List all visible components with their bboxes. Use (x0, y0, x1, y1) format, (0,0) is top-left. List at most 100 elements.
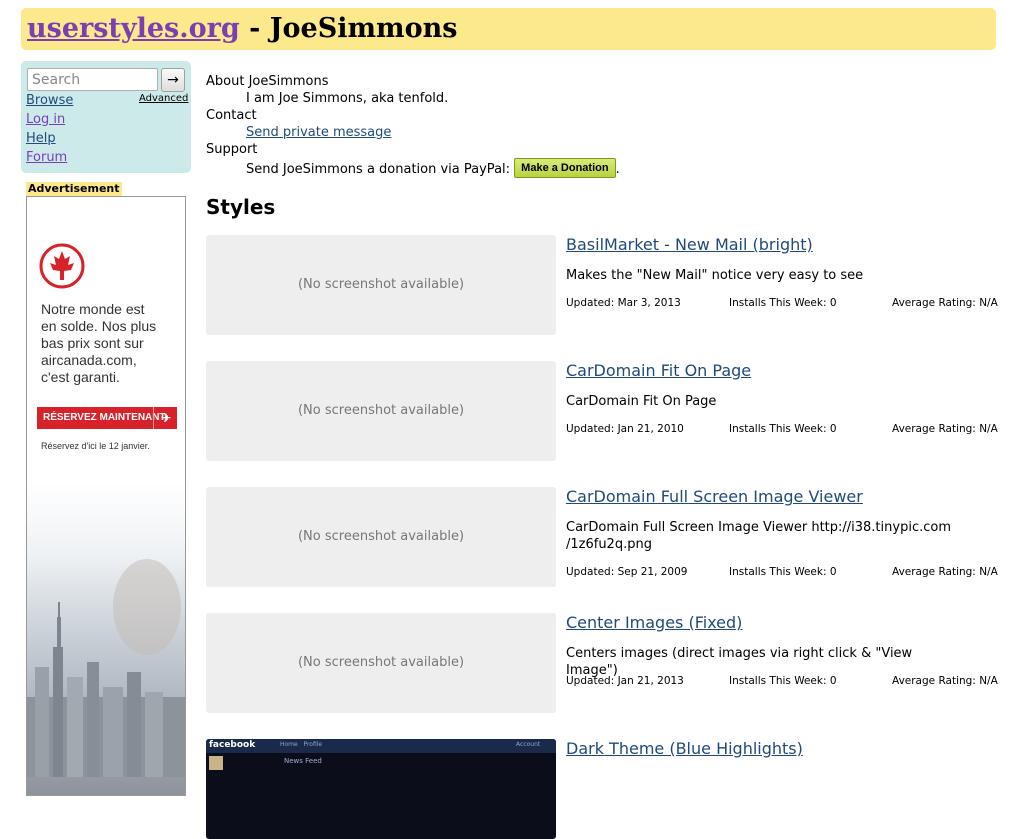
rating-value: N/A (979, 297, 998, 309)
style-item: facebook Home Profile Account News Feed … (206, 739, 996, 839)
style-screenshot-placeholder[interactable]: (No screenshot available) (206, 487, 556, 587)
ad-fine-print: Réservez d'ici le 12 janvier. (41, 441, 150, 451)
thumb-topbar (206, 739, 556, 753)
style-description: Makes the "New Mail" notice very easy to… (566, 268, 864, 283)
thumb-account: Account (516, 741, 541, 748)
style-rating: Average Rating: N/A (892, 675, 998, 688)
thumb-nav: Home Profile (280, 740, 322, 749)
installs-label: Installs This Week: (729, 675, 827, 687)
donation-end: . (615, 162, 620, 177)
style-item: (No screenshot available) CarDomain Fit … (206, 361, 998, 461)
ad-line: bas prix sont sur (41, 335, 144, 351)
thumb-news-feed: News Feed (284, 757, 322, 765)
site-home-link[interactable]: userstyles.org (27, 13, 240, 44)
installs-value: 0 (829, 566, 837, 578)
site-header: userstyles.org - JoeSimmons (21, 8, 996, 50)
rating-value: N/A (979, 675, 998, 687)
style-rating: Average Rating: N/A (892, 566, 998, 579)
style-item: (No screenshot available) BasilMarket - … (206, 235, 998, 335)
advertisement-banner[interactable]: Notre monde est en solde. Nos plus bas p… (26, 196, 186, 796)
search-input[interactable] (27, 68, 158, 91)
ad-line: c'est garanti. (41, 369, 120, 385)
make-donation-button[interactable]: Make a Donation (514, 158, 616, 178)
ad-line: aircanada.com, (41, 352, 137, 368)
style-updated: Updated: Mar 3, 2013 (566, 297, 681, 310)
style-screenshot-placeholder[interactable]: (No screenshot available) (206, 613, 556, 713)
style-screenshot-placeholder[interactable]: (No screenshot available) (206, 235, 556, 335)
style-name-link[interactable]: Center Images (Fixed) (566, 614, 742, 632)
style-name-link[interactable]: BasilMarket - New Mail (bright) (566, 236, 813, 254)
updated-value: Sep 21, 2009 (617, 566, 688, 578)
style-rating: Average Rating: N/A (892, 297, 998, 310)
rating-label: Average Rating: (892, 675, 976, 687)
style-item: (No screenshot available) CarDomain Full… (206, 487, 998, 587)
about-heading: About JoeSimmons (206, 74, 329, 89)
style-description: Centers images (direct images via right … (566, 646, 913, 678)
updated-label: Updated: (566, 423, 615, 435)
left-nav: → Advanced Browse Log in Help Forum (21, 61, 191, 173)
updated-value: Mar 3, 2013 (617, 297, 681, 309)
installs-value: 0 (829, 423, 837, 435)
thumb-nav-item: Profile (303, 741, 323, 748)
style-screenshot[interactable]: facebook Home Profile Account News Feed (206, 739, 556, 839)
contact-heading: Contact (206, 108, 257, 123)
style-name-link[interactable]: CarDomain Fit On Page (566, 362, 751, 380)
page-title: JoeSimmons (269, 13, 458, 44)
advertisement-label: Advertisement (26, 182, 122, 196)
style-screenshot-placeholder[interactable]: (No screenshot available) (206, 361, 556, 461)
updated-label: Updated: (566, 566, 615, 578)
installs-value: 0 (829, 675, 837, 687)
style-installs: Installs This Week: 0 (729, 566, 837, 579)
updated-value: Jan 21, 2010 (617, 423, 684, 435)
header-separator: - (239, 13, 270, 44)
installs-label: Installs This Week: (729, 297, 827, 309)
style-installs: Installs This Week: 0 (729, 423, 837, 436)
about-section: About JoeSimmons I am Joe Simmons, aka t… (206, 73, 986, 178)
nav-forum-link[interactable]: Forum (26, 150, 67, 166)
support-row: Send JoeSimmons a donation via PayPal: M… (206, 158, 986, 178)
style-description: CarDomain Fit On Page (566, 394, 717, 409)
city-skyline-image (27, 559, 185, 777)
ad-copy: Notre monde est en solde. Nos plus bas p… (41, 301, 181, 386)
style-installs: Installs This Week: 0 (729, 675, 837, 688)
rating-label: Average Rating: (892, 423, 976, 435)
rating-label: Average Rating: (892, 566, 976, 578)
ad-line: en solde. Nos plus (41, 318, 157, 334)
about-bio: I am Joe Simmons, aka tenfold. (246, 91, 449, 106)
nav-login-link[interactable]: Log in (26, 112, 65, 128)
ad-button-label: RÉSERVEZ MAINTENANT (43, 412, 166, 423)
rating-value: N/A (979, 566, 998, 578)
style-name-link[interactable]: Dark Theme (Blue Highlights) (566, 740, 803, 758)
installs-label: Installs This Week: (729, 423, 827, 435)
contact-row: Send private message (206, 124, 986, 141)
ad-book-now-button[interactable]: RÉSERVEZ MAINTENANT ✈ (37, 407, 177, 429)
thumb-nav-item: Home (280, 741, 298, 748)
send-private-message-link[interactable]: Send private message (246, 125, 391, 140)
style-installs: Installs This Week: 0 (729, 297, 837, 310)
support-heading: Support (206, 142, 258, 157)
thumb-brand: facebook (209, 740, 256, 750)
style-description: CarDomain Full Screen Image Viewer http:… (566, 520, 951, 552)
style-updated: Updated: Jan 21, 2010 (566, 423, 684, 436)
style-rating: Average Rating: N/A (892, 423, 998, 436)
style-name-link[interactable]: CarDomain Full Screen Image Viewer (566, 488, 863, 506)
advanced-search-link[interactable]: Advanced (139, 93, 188, 104)
airplane-icon: ✈ (153, 407, 178, 429)
maple-leaf-logo-icon (39, 243, 85, 289)
updated-value: Jan 21, 2013 (617, 675, 684, 687)
rating-label: Average Rating: (892, 297, 976, 309)
nav-help-link[interactable]: Help (26, 131, 56, 147)
style-updated: Updated: Jan 21, 2013 (566, 675, 684, 688)
nav-browse-link[interactable]: Browse (26, 93, 73, 109)
installs-value: 0 (829, 297, 837, 309)
donation-text: Send JoeSimmons a donation via PayPal: (246, 162, 511, 177)
style-item: (No screenshot available) Center Images … (206, 613, 998, 713)
search-button[interactable]: → (161, 68, 185, 92)
ad-line: Notre monde est (41, 301, 145, 317)
updated-label: Updated: (566, 675, 615, 687)
style-updated: Updated: Sep 21, 2009 (566, 566, 687, 579)
rating-value: N/A (979, 423, 998, 435)
updated-label: Updated: (566, 297, 615, 309)
styles-heading: Styles (206, 195, 276, 219)
installs-label: Installs This Week: (729, 566, 827, 578)
